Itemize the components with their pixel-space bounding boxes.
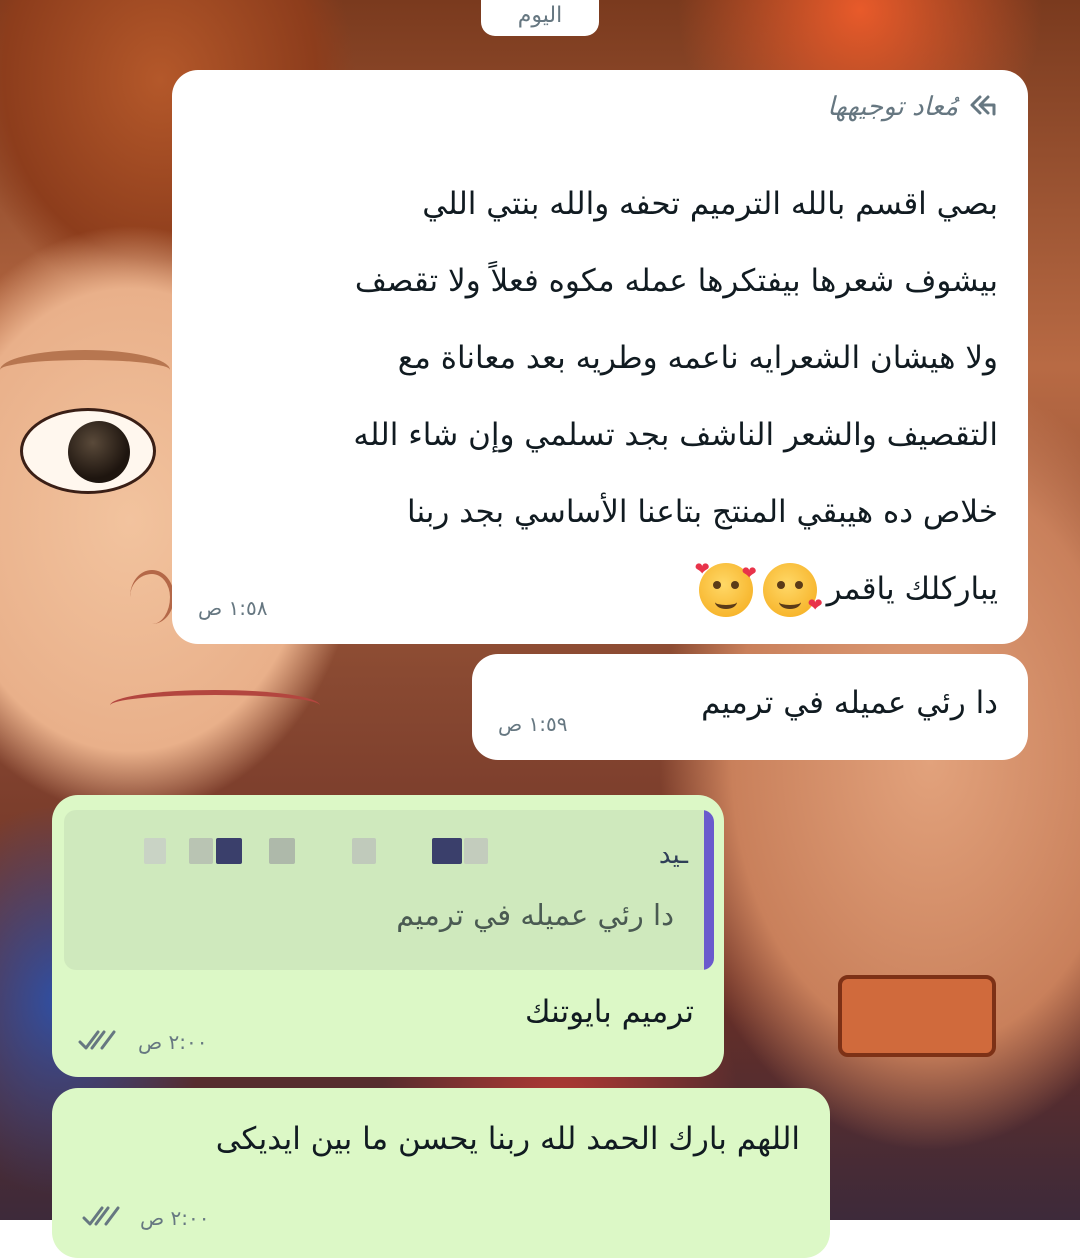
message-text: اللهم بارك الحمد لله ربنا يحسن ما بين اي… bbox=[215, 1121, 800, 1157]
message-line: يباركلك ياقمر ❤ ❤ ❤ bbox=[198, 551, 998, 628]
redacted-sender-part bbox=[269, 838, 295, 864]
quote-accent-bar bbox=[704, 810, 714, 970]
quoted-message[interactable]: ـيد دا رئي عميله في ترميم bbox=[64, 810, 714, 970]
message-text: ترميم بايوتنك bbox=[524, 994, 694, 1030]
message-time: ١:٥٨ ص bbox=[198, 596, 268, 620]
message-line: بيشوف شعرها بيفتكرها عمله مكوه فعلاً ولا… bbox=[354, 263, 998, 299]
smiling-face-with-hearts-icon: ❤ ❤ bbox=[695, 560, 757, 617]
redacted-sender-part bbox=[144, 838, 166, 864]
wallpaper-detail bbox=[0, 350, 170, 390]
message-text: بصي اقسم بالله الترميم تحفه والله بنتي ا… bbox=[198, 166, 998, 628]
redacted-sender-part bbox=[432, 838, 462, 864]
message-time: ١:٥٩ ص bbox=[498, 712, 568, 736]
message-line: بصي اقسم بالله الترميم تحفه والله بنتي ا… bbox=[422, 186, 998, 222]
message-line-text: يباركلك ياقمر bbox=[826, 571, 998, 607]
double-check-icon bbox=[82, 1204, 124, 1234]
forwarded-label: مُعاد توجيهها bbox=[827, 92, 958, 122]
message-time: ٢:٠٠ ص bbox=[140, 1206, 210, 1230]
wallpaper-detail bbox=[20, 408, 156, 494]
message-bubble-forwarded[interactable]: مُعاد توجيهها بصي اقسم بالله الترميم تحف… bbox=[172, 70, 1028, 644]
message-line: ولا هيشان الشعرايه ناعمه وطريه بعد معانا… bbox=[397, 340, 998, 376]
forward-arrow-icon bbox=[968, 92, 998, 122]
double-check-icon bbox=[78, 1028, 120, 1058]
redacted-sender-part bbox=[352, 838, 376, 864]
message-line: خلاص ده هيبقي المنتج بتاعنا الأساسي بجد … bbox=[407, 494, 998, 530]
message-time: ٢:٠٠ ص bbox=[138, 1030, 208, 1054]
quoted-sender-name: ـيد bbox=[658, 840, 688, 870]
redacted-sender-part bbox=[189, 838, 213, 864]
message-text: دا رئي عميله في ترميم bbox=[701, 685, 998, 721]
message-bubble[interactable]: اللهم بارك الحمد لله ربنا يحسن ما بين اي… bbox=[52, 1088, 830, 1258]
date-chip: اليوم bbox=[481, 0, 599, 36]
wallpaper-detail bbox=[838, 975, 996, 1057]
kissing-face-with-heart-icon: ❤ bbox=[762, 562, 823, 617]
message-line: التقصيف والشعر الناشف بجد تسلمي وإن شاء … bbox=[353, 417, 998, 453]
message-bubble[interactable]: دا رئي عميله في ترميم ١:٥٩ ص bbox=[472, 654, 1028, 760]
wallpaper-detail bbox=[130, 570, 174, 624]
quoted-text: دا رئي عميله في ترميم bbox=[396, 898, 674, 932]
redacted-sender-part bbox=[216, 838, 242, 864]
redacted-sender-part bbox=[464, 838, 488, 864]
wallpaper-detail bbox=[110, 690, 320, 721]
